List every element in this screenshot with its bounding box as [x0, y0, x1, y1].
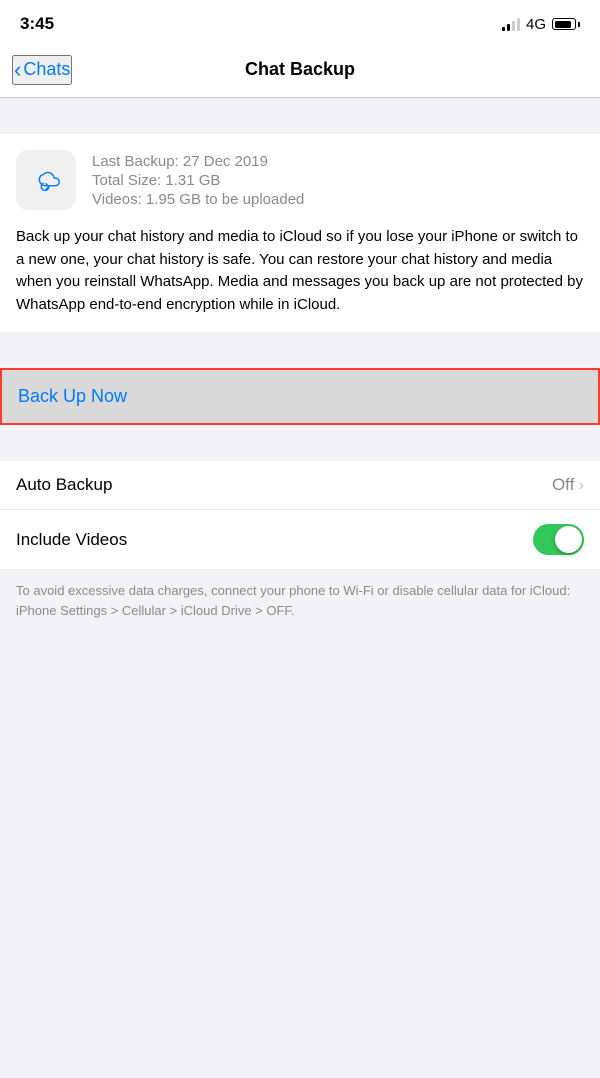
backup-now-section: Back Up Now [0, 368, 600, 425]
include-videos-toggle[interactable] [533, 524, 584, 555]
settings-section: Auto Backup Off › Include Videos [0, 461, 600, 569]
battery-icon [552, 18, 580, 30]
last-backup-text: Last Backup: 27 Dec 2019 [92, 153, 304, 170]
section-gap-mid [0, 332, 600, 368]
auto-backup-row[interactable]: Auto Backup Off › [0, 461, 600, 510]
section-gap-top [0, 98, 600, 134]
backup-details: Last Backup: 27 Dec 2019 Total Size: 1.3… [92, 153, 304, 208]
chevron-left-icon: ‹ [14, 57, 21, 83]
network-label: 4G [526, 16, 546, 33]
backup-info-row: Last Backup: 27 Dec 2019 Total Size: 1.3… [16, 150, 584, 210]
status-bar: 3:45 4G [0, 0, 600, 44]
auto-backup-status: Off [552, 475, 574, 495]
section-gap-lower [0, 425, 600, 461]
toggle-knob [555, 526, 582, 553]
cloud-icon-box [16, 150, 76, 210]
chevron-right-icon: › [578, 475, 584, 495]
page-title: Chat Backup [245, 59, 355, 80]
back-button[interactable]: ‹ Chats [12, 55, 72, 85]
total-size-text: Total Size: 1.31 GB [92, 172, 304, 189]
include-videos-label: Include Videos [16, 530, 127, 550]
backup-description: Back up your chat history and media to i… [16, 226, 584, 316]
backup-now-button[interactable]: Back Up Now [2, 370, 598, 423]
status-time: 3:45 [20, 14, 54, 34]
footer-note: To avoid excessive data charges, connect… [0, 569, 600, 640]
auto-backup-label: Auto Backup [16, 475, 112, 495]
signal-icon [502, 17, 520, 31]
status-icons: 4G [502, 16, 580, 33]
nav-bar: ‹ Chats Chat Backup [0, 44, 600, 98]
auto-backup-value: Off › [552, 475, 584, 495]
back-label: Chats [23, 59, 70, 80]
videos-text: Videos: 1.95 GB to be uploaded [92, 191, 304, 208]
include-videos-row: Include Videos [0, 510, 600, 569]
backup-info-section: Last Backup: 27 Dec 2019 Total Size: 1.3… [0, 134, 600, 332]
cloud-refresh-icon [27, 161, 65, 199]
